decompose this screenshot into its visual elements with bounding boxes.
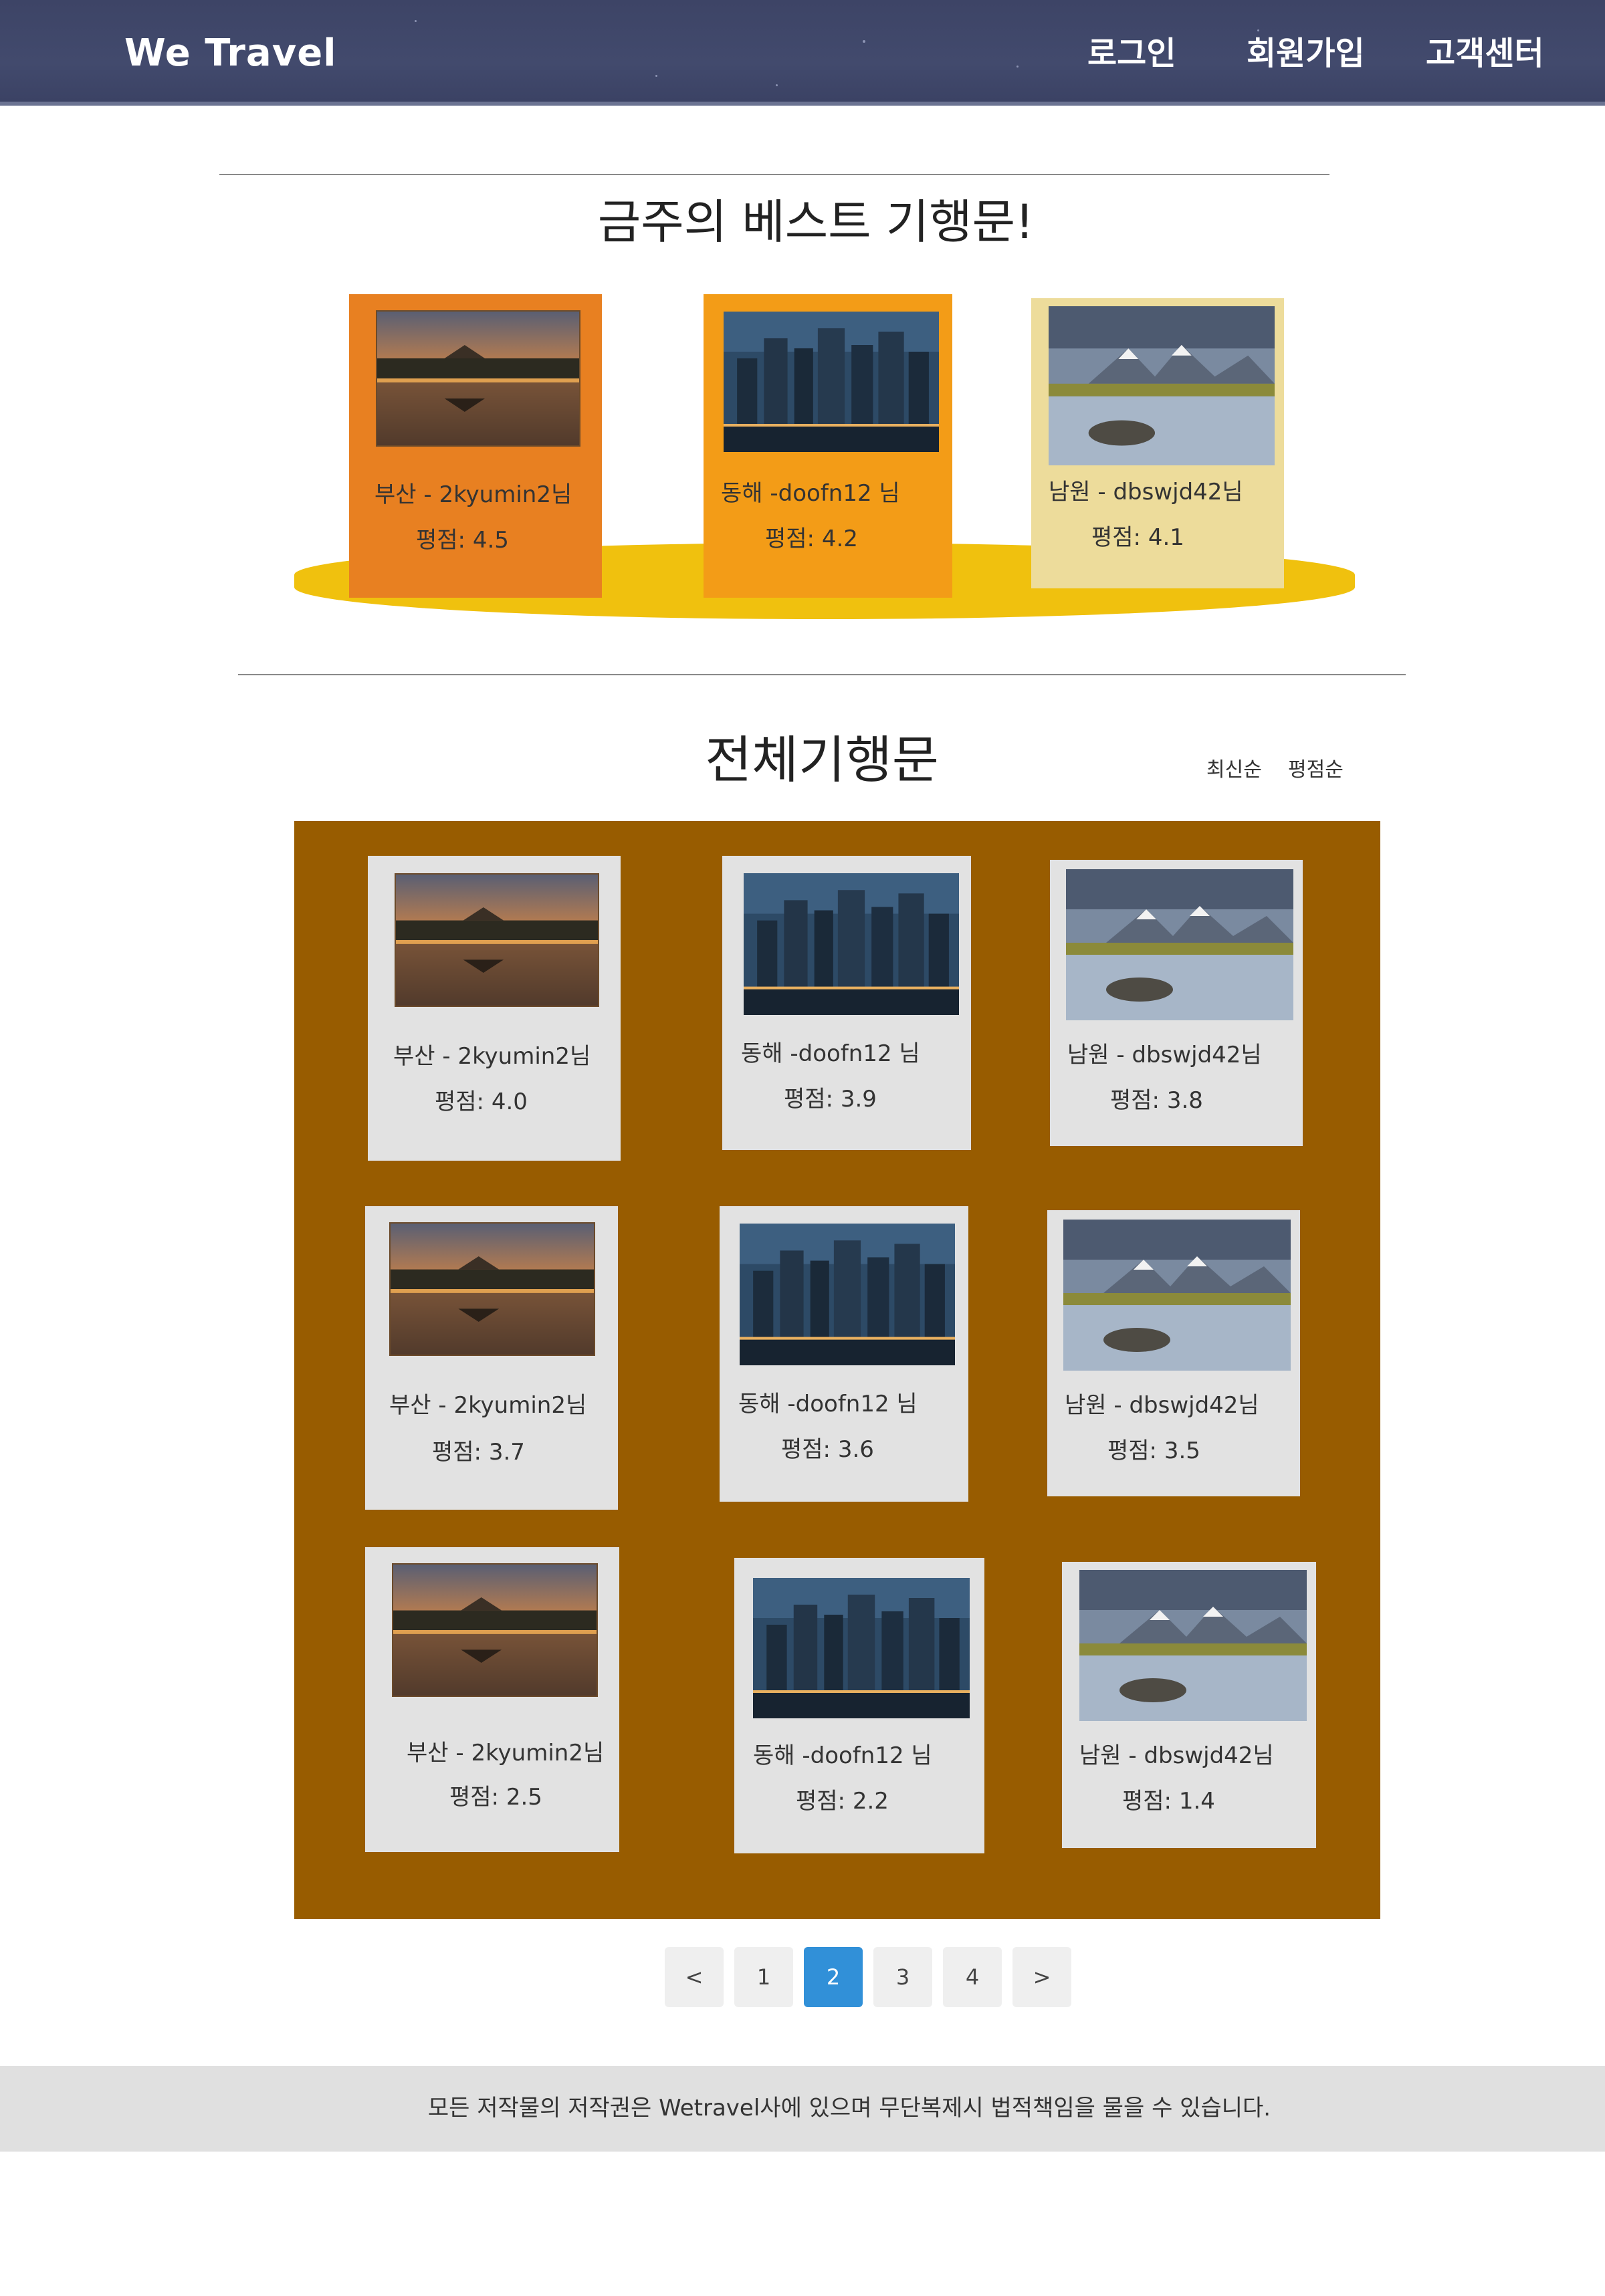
site-logo[interactable]: We Travel: [124, 27, 336, 80]
footer-copyright-text: 모든 저작물의 저작권은 Wetravel사에 있으며 무단복제시 법적책임을 …: [427, 2095, 1271, 2121]
header-divider: [0, 102, 1605, 106]
best-card-author: 부산 - 2kyumin2님: [374, 481, 572, 508]
post-card-rating: 평점: 3.7: [432, 1439, 525, 1466]
post-card-rating: 평점: 3.6: [781, 1436, 874, 1463]
best-section-title: 금주의 베스트 기행문!: [597, 195, 1035, 249]
nav-customer-center-link[interactable]: 고객센터: [1426, 27, 1544, 80]
post-card-author: 부산 - 2kyumin2님: [389, 1392, 587, 1419]
post-card[interactable]: 부산 - 2kyumin2님 평점: 3.7: [365, 1206, 618, 1510]
section-divider-middle: [238, 674, 1406, 675]
post-card-author: 동해 -doofn12 님: [738, 1391, 918, 1417]
post-card-author: 동해 -doofn12 님: [741, 1040, 920, 1067]
city-night-photo: [744, 873, 959, 1015]
post-card-rating: 평점: 3.5: [1107, 1438, 1200, 1464]
post-card[interactable]: 동해 -doofn12 님 평점: 2.2: [734, 1558, 984, 1853]
post-card-author: 남원 - dbswjd42님: [1067, 1042, 1262, 1068]
best-card-3[interactable]: 남원 - dbswjd42님 평점: 4.1: [1031, 298, 1284, 588]
post-card-rating: 평점: 2.2: [796, 1788, 889, 1815]
post-card[interactable]: 부산 - 2kyumin2님 평점: 2.5: [365, 1547, 619, 1852]
post-card[interactable]: 남원 - dbswjd42님 평점: 1.4: [1062, 1562, 1316, 1848]
city-night-photo: [724, 312, 939, 452]
post-card[interactable]: 남원 - dbswjd42님 평점: 3.5: [1047, 1210, 1300, 1496]
post-card-rating: 평점: 3.8: [1110, 1087, 1203, 1114]
post-card-rating: 평점: 1.4: [1122, 1788, 1215, 1815]
post-card-author: 부산 - 2kyumin2님: [407, 1740, 605, 1766]
mountain-lake-photo: [1049, 306, 1275, 465]
mountain-lake-photo: [1063, 1220, 1291, 1371]
palace-sunset-photo: [376, 310, 580, 447]
pagination-page-1[interactable]: 1: [734, 1947, 793, 2007]
sort-latest-link[interactable]: 최신순: [1206, 753, 1262, 782]
best-card-rating: 평점: 4.5: [416, 527, 509, 554]
post-card-author: 부산 - 2kyumin2님: [393, 1043, 591, 1070]
post-card-rating: 평점: 2.5: [449, 1784, 542, 1811]
best-card-rating: 평점: 4.2: [765, 526, 858, 552]
pagination-page-4[interactable]: 4: [943, 1947, 1002, 2007]
palace-sunset-photo: [392, 1563, 598, 1697]
pagination-page-3[interactable]: 3: [873, 1947, 932, 2007]
post-card[interactable]: 동해 -doofn12 님 평점: 3.9: [722, 856, 971, 1150]
sort-rating-link[interactable]: 평점순: [1288, 753, 1344, 782]
pagination-prev-button[interactable]: <: [665, 1947, 724, 2007]
mountain-lake-photo: [1066, 869, 1293, 1020]
best-card-1[interactable]: 부산 - 2kyumin2님 평점: 4.5: [349, 294, 602, 598]
post-card-author: 동해 -doofn12 님: [753, 1742, 932, 1769]
post-card[interactable]: 동해 -doofn12 님 평점: 3.6: [720, 1206, 968, 1502]
post-card[interactable]: 남원 - dbswjd42님 평점: 3.8: [1050, 860, 1303, 1146]
palace-sunset-photo: [389, 1222, 595, 1356]
best-card-author: 남원 - dbswjd42님: [1049, 479, 1243, 505]
city-night-photo: [740, 1224, 955, 1365]
all-section-title: 전체기행문: [705, 730, 939, 790]
mountain-lake-photo: [1079, 1570, 1307, 1721]
city-night-photo: [753, 1578, 970, 1718]
pagination-page-2[interactable]: 2: [804, 1947, 863, 2007]
palace-sunset-photo: [395, 873, 599, 1007]
post-card-author: 남원 - dbswjd42님: [1079, 1742, 1274, 1769]
nav-login-link[interactable]: 로그인: [1087, 27, 1176, 80]
pagination-next-button[interactable]: >: [1012, 1947, 1071, 2007]
best-card-rating: 평점: 4.1: [1091, 524, 1184, 551]
post-card[interactable]: 부산 - 2kyumin2님 평점: 4.0: [368, 856, 621, 1161]
post-card-rating: 평점: 4.0: [435, 1088, 528, 1115]
section-divider-top: [219, 174, 1329, 175]
nav-signup-link[interactable]: 회원가입: [1247, 27, 1365, 80]
post-card-author: 남원 - dbswjd42님: [1065, 1392, 1259, 1419]
post-card-rating: 평점: 3.9: [784, 1086, 877, 1113]
best-card-2[interactable]: 동해 -doofn12 님 평점: 4.2: [704, 294, 952, 598]
best-card-author: 동해 -doofn12 님: [721, 480, 900, 507]
